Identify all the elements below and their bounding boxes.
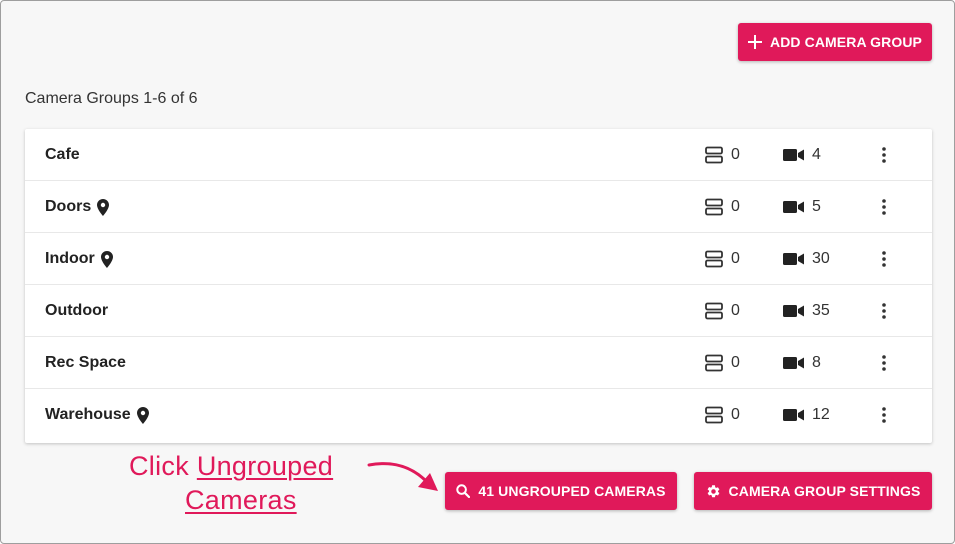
video-camera-icon bbox=[783, 148, 804, 162]
server-icon bbox=[705, 354, 723, 372]
more-vertical-icon[interactable] bbox=[875, 247, 893, 271]
server-count: 0 bbox=[705, 129, 740, 181]
camera-group-name: Doors bbox=[45, 181, 110, 233]
video-camera-icon bbox=[783, 200, 804, 214]
camera-count: 4 bbox=[783, 129, 821, 181]
camera-group-name: Cafe bbox=[45, 129, 80, 181]
server-count: 0 bbox=[705, 389, 740, 441]
more-vertical-icon[interactable] bbox=[875, 195, 893, 219]
callout-link-line1: Ungrouped bbox=[196, 451, 334, 481]
camera-count: 12 bbox=[783, 389, 830, 441]
server-count-value: 0 bbox=[731, 354, 740, 371]
ungrouped-cameras-button[interactable]: 41 UNGROUPED CAMERAS bbox=[445, 472, 677, 510]
camera-group-settings-button[interactable]: CAMERA GROUP SETTINGS bbox=[694, 472, 932, 510]
server-icon bbox=[705, 146, 723, 164]
camera-count-value: 35 bbox=[812, 302, 830, 319]
video-camera-icon bbox=[783, 408, 804, 422]
plus-icon bbox=[748, 35, 762, 49]
callout-link-line2: Cameras bbox=[185, 485, 297, 515]
camera-group-list: Cafe 0 4 Doors 0 5 Indoor 0 30 Outdoor 0 35 Rec Spac… bbox=[25, 129, 932, 443]
camera-group-settings-label: CAMERA GROUP SETTINGS bbox=[728, 483, 921, 499]
video-camera-icon bbox=[783, 304, 804, 318]
server-icon bbox=[705, 302, 723, 320]
camera-count-value: 8 bbox=[812, 354, 821, 371]
camera-group-row[interactable]: Rec Space 0 8 bbox=[25, 337, 932, 389]
camera-group-name: Indoor bbox=[45, 233, 113, 285]
server-count: 0 bbox=[705, 337, 740, 389]
group-count-label: Camera Groups 1-6 of 6 bbox=[25, 90, 198, 107]
video-camera-icon bbox=[783, 356, 804, 370]
more-vertical-icon[interactable] bbox=[875, 299, 893, 323]
app-frame: ADD CAMERA GROUP Camera Groups 1-6 of 6 … bbox=[0, 0, 955, 544]
search-icon bbox=[456, 484, 471, 498]
map-pin-icon bbox=[136, 406, 149, 424]
camera-group-name-text: Outdoor bbox=[45, 302, 109, 319]
server-count-value: 0 bbox=[731, 146, 740, 163]
server-count: 0 bbox=[705, 285, 740, 337]
server-icon bbox=[705, 406, 723, 424]
add-camera-group-button[interactable]: ADD CAMERA GROUP bbox=[738, 23, 932, 61]
map-pin-icon bbox=[100, 250, 113, 268]
camera-count-value: 30 bbox=[812, 250, 830, 267]
camera-group-row[interactable]: Doors 0 5 bbox=[25, 181, 932, 233]
camera-group-name-text: Cafe bbox=[45, 146, 80, 163]
callout-prefix: Click bbox=[129, 451, 197, 481]
server-icon bbox=[705, 198, 723, 216]
server-count-value: 0 bbox=[731, 198, 740, 215]
camera-group-row[interactable]: Indoor 0 30 bbox=[25, 233, 932, 285]
server-icon bbox=[705, 250, 723, 268]
camera-group-name-text: Indoor bbox=[45, 250, 95, 267]
camera-count-value: 12 bbox=[812, 406, 830, 423]
camera-group-name-text: Warehouse bbox=[45, 406, 131, 423]
more-vertical-icon[interactable] bbox=[875, 143, 893, 167]
gear-icon bbox=[707, 484, 719, 497]
camera-count: 35 bbox=[783, 285, 830, 337]
server-count: 0 bbox=[705, 233, 740, 285]
camera-group-name: Rec Space bbox=[45, 337, 126, 389]
curved-arrow-icon bbox=[367, 462, 438, 491]
camera-group-row[interactable]: Outdoor 0 35 bbox=[25, 285, 932, 337]
camera-count: 30 bbox=[783, 233, 830, 285]
map-pin-icon bbox=[97, 198, 110, 216]
camera-count-value: 4 bbox=[812, 146, 821, 163]
camera-group-name: Warehouse bbox=[45, 389, 149, 441]
camera-count: 8 bbox=[783, 337, 821, 389]
server-count-value: 0 bbox=[731, 406, 740, 423]
more-vertical-icon[interactable] bbox=[875, 351, 893, 375]
camera-group-name: Outdoor bbox=[45, 285, 108, 337]
camera-group-name-text: Doors bbox=[45, 198, 92, 215]
camera-group-row[interactable]: Cafe 0 4 bbox=[25, 129, 932, 181]
camera-count: 5 bbox=[783, 181, 821, 233]
server-count-value: 0 bbox=[731, 302, 740, 319]
add-camera-group-label: ADD CAMERA GROUP bbox=[770, 34, 922, 50]
server-count: 0 bbox=[705, 181, 740, 233]
camera-group-name-text: Rec Space bbox=[45, 354, 126, 371]
more-vertical-icon[interactable] bbox=[875, 403, 893, 427]
instruction-callout: Click Ungrouped Cameras bbox=[129, 449, 334, 515]
camera-count-value: 5 bbox=[812, 198, 821, 215]
video-camera-icon bbox=[783, 252, 804, 266]
server-count-value: 0 bbox=[731, 250, 740, 267]
camera-group-row[interactable]: Warehouse 0 12 bbox=[25, 389, 932, 441]
ungrouped-cameras-label: 41 UNGROUPED CAMERAS bbox=[478, 483, 666, 499]
